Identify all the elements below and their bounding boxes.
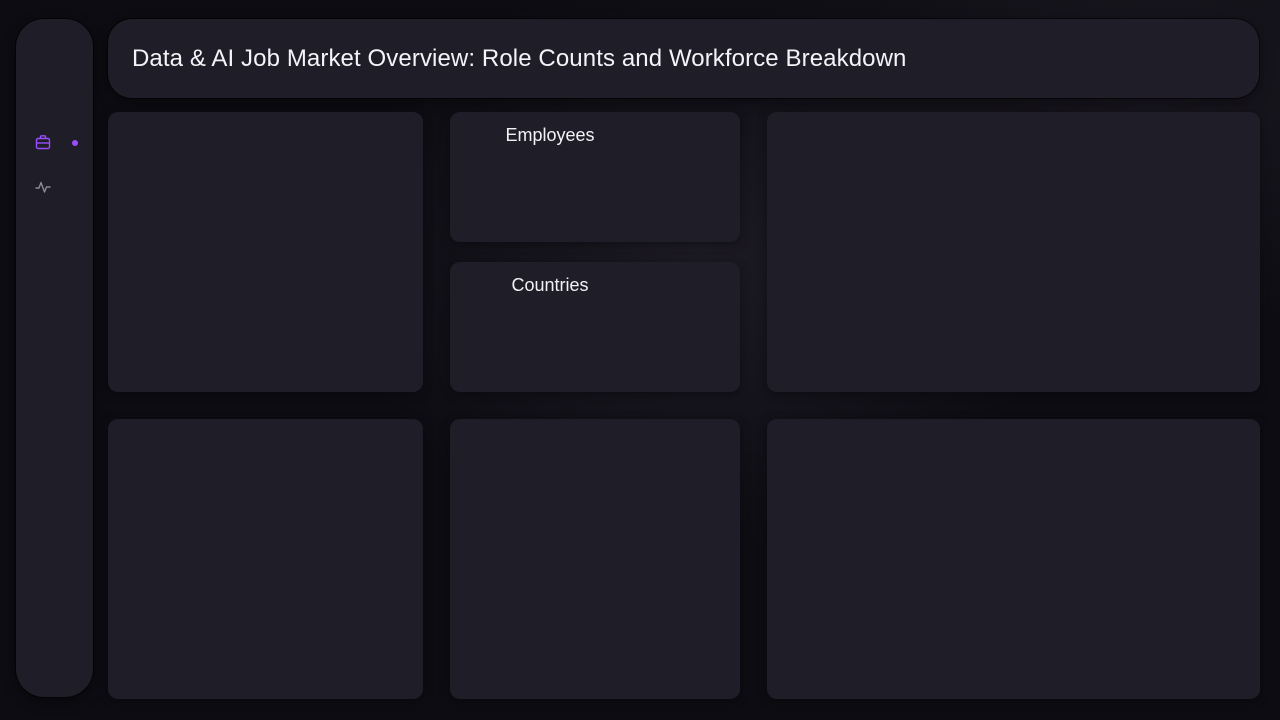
page-title: Data & AI Job Market Overview: Role Coun… xyxy=(132,45,907,72)
page-header: Data & AI Job Market Overview: Role Coun… xyxy=(108,19,1259,98)
activity-icon xyxy=(35,181,51,193)
nav-item-activity[interactable] xyxy=(30,174,56,200)
chart-card-top-left xyxy=(108,112,423,392)
sidebar xyxy=(16,19,93,697)
kpi-card-countries: Countries xyxy=(450,262,740,392)
chart-card-bottom-middle xyxy=(450,419,740,699)
nav-item-jobs[interactable] xyxy=(30,129,56,155)
active-indicator-dot xyxy=(72,140,78,146)
chart-card-bottom-left xyxy=(108,419,423,699)
chart-card-bottom-right xyxy=(767,419,1260,699)
chart-card-top-right xyxy=(767,112,1260,392)
kpi-card-employees: Employees xyxy=(450,112,740,242)
briefcase-icon xyxy=(35,135,51,150)
kpi-countries-label: Countries xyxy=(511,275,589,295)
kpi-employees-label: Employees xyxy=(505,125,595,145)
